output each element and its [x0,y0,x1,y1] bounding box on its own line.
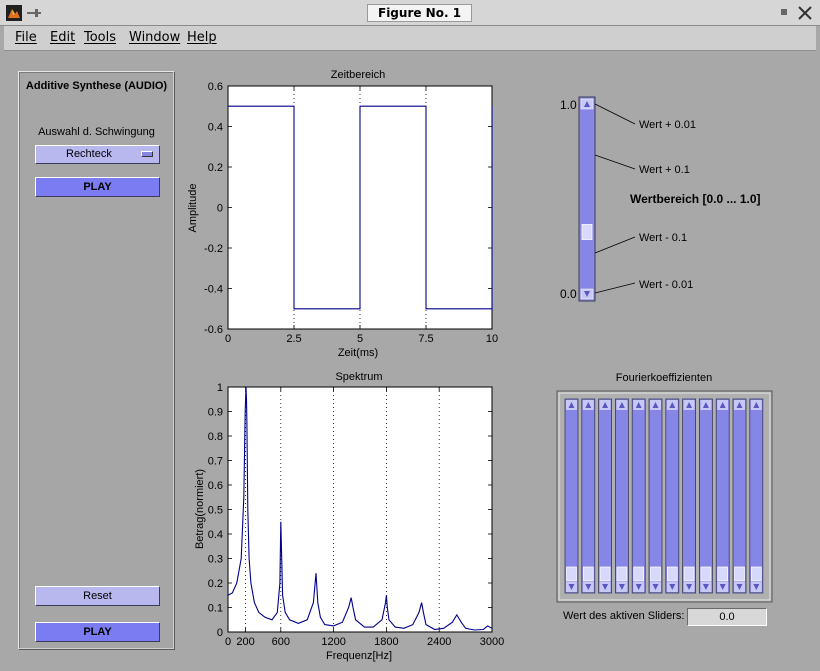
coefficient-slider-thumb[interactable] [599,566,611,582]
fourier-coefficients-panel: Fourierkoeffizienten [556,372,773,603]
coefficient-slider-thumb[interactable] [734,566,745,582]
coefficient-slider-thumb[interactable] [683,566,695,582]
coefficient-slider-track[interactable] [715,398,730,594]
active-slider-label: Wert des aktiven Sliders: [563,610,685,622]
coefficient-slider-track[interactable] [615,398,629,594]
coefficient-slider-thumb[interactable] [750,566,762,582]
coefficient-slider-thumb[interactable] [650,566,661,582]
coefficient-slider-track[interactable] [699,398,713,594]
coefficient-slider-track[interactable] [598,398,612,594]
coefficient-slider-track[interactable] [631,398,646,594]
coefficient-slider-track[interactable] [682,398,696,594]
coefficient-slider-thumb[interactable] [616,566,628,582]
coefficient-slider-track[interactable] [732,398,747,594]
coefficient-slider-thumb[interactable] [633,566,645,582]
coefficient-slider-thumb[interactable] [666,566,678,582]
coefficient-slider-track[interactable] [581,398,596,594]
coefficient-slider-thumb[interactable] [700,566,712,582]
coefficient-slider-thumb[interactable] [582,566,594,582]
active-slider-value-field: 0.0 [687,608,767,626]
coefficient-slider-track[interactable] [665,398,680,594]
coefficient-slider-thumb[interactable] [717,566,729,582]
coefficient-slider-track[interactable] [648,398,663,594]
coefficient-slider-track[interactable] [564,398,579,594]
coefficient-slider-thumb[interactable] [566,566,577,582]
fourier-title: Fourierkoeffizienten [616,372,712,384]
coefficient-slider-track[interactable] [749,398,764,594]
